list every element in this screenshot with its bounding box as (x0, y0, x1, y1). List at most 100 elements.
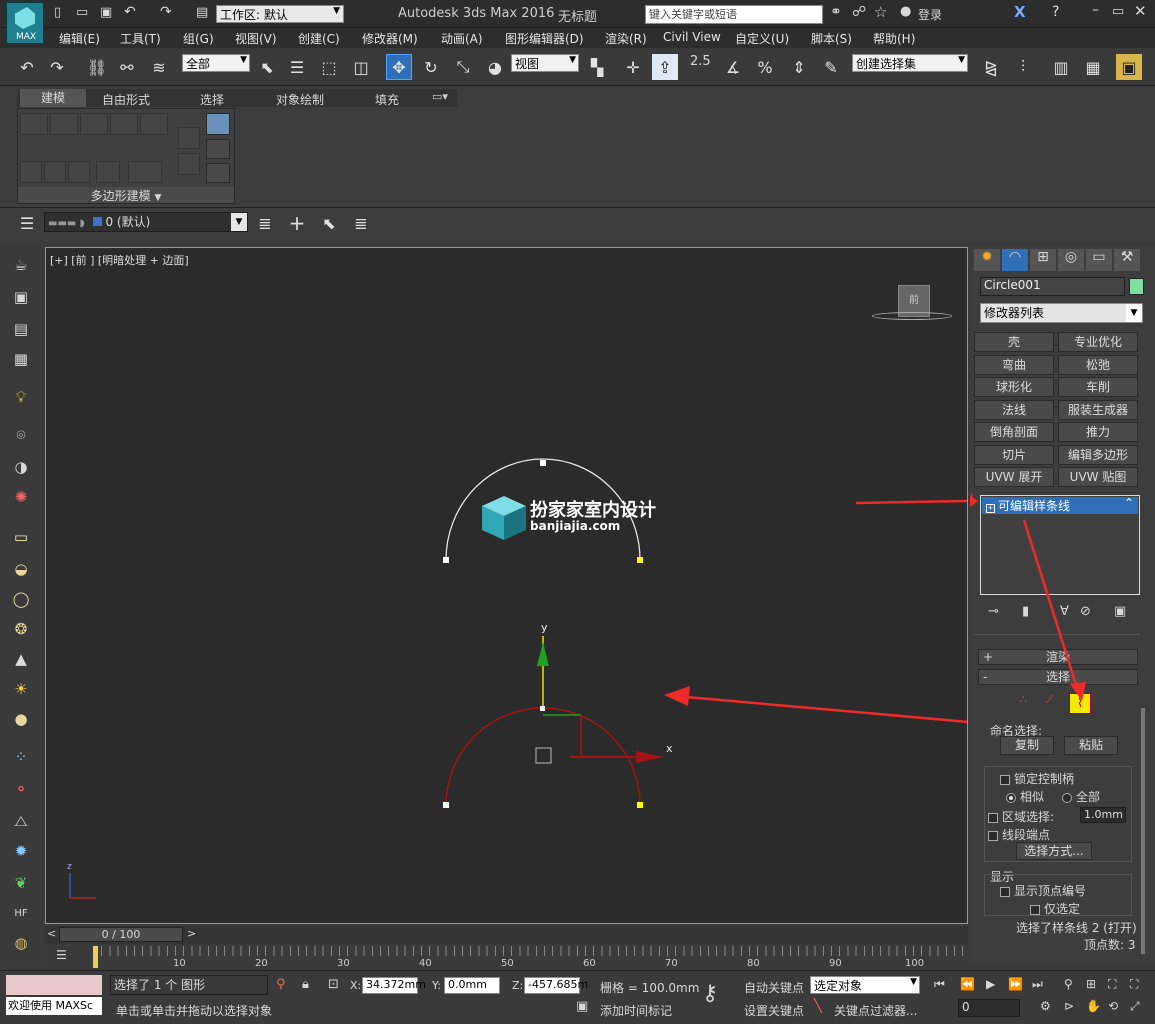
teapot-icon[interactable]: ☕ (10, 254, 32, 276)
zoom-icon[interactable]: ⚲ (1064, 977, 1073, 991)
app-logo[interactable]: MAX (6, 2, 44, 44)
redo-icon[interactable]: ↷ (44, 54, 70, 80)
workspace-dropdown[interactable]: 工作区: 默认 ▼ (216, 5, 344, 23)
pan-icon[interactable]: ✋ (1086, 999, 1101, 1013)
menu-edit[interactable]: 编辑(E) (59, 30, 100, 47)
restore-icon[interactable]: ▭ (1112, 4, 1124, 19)
ribbon-tool-icon[interactable] (20, 161, 42, 183)
layer-manager-icon[interactable]: ▥ (1048, 54, 1074, 80)
user-icon[interactable]: ● (900, 4, 911, 19)
track-bar[interactable]: 10 20 30 40 50 60 70 80 90 100 (45, 946, 968, 970)
maxscript-listener[interactable] (6, 975, 102, 995)
spinner-snap-icon[interactable]: ⇕ (786, 54, 812, 80)
render-setup-icon[interactable]: ▣ (1116, 54, 1142, 80)
torus-knot-icon[interactable]: ❂ (10, 618, 32, 640)
ribbon-tool-icon[interactable] (178, 127, 200, 149)
ribbon-tool-icon[interactable] (128, 161, 162, 183)
time-tag-icon[interactable]: ▣ (576, 999, 588, 1014)
menu-tools[interactable]: 工具(T) (120, 30, 161, 47)
menu-scripting[interactable]: 脚本(S) (811, 30, 852, 47)
window-crossing-icon[interactable]: ◫ (348, 54, 374, 80)
save-file-icon[interactable]: ▣ (100, 5, 112, 20)
menu-create[interactable]: 创建(C) (298, 30, 340, 47)
snap-toggle[interactable]: 2.5 (690, 54, 711, 69)
goto-start-icon[interactable]: ⏮ (934, 977, 945, 992)
percent-snap-icon[interactable]: % (752, 54, 778, 80)
current-frame-field[interactable]: 0 (958, 999, 1020, 1017)
ribbon-tool-icon[interactable] (20, 113, 48, 135)
scale-icon[interactable]: ⤡ (450, 54, 476, 80)
ribbon-tool-icon[interactable] (140, 113, 168, 135)
add-to-layer-icon[interactable]: + (284, 210, 310, 236)
document-icon[interactable]: ▤ (10, 318, 32, 340)
absolute-mode-icon[interactable]: ⊡ (328, 977, 339, 992)
fov-icon[interactable]: ⊳ (1064, 999, 1074, 1013)
create-layer-icon[interactable]: ≣ (252, 210, 278, 236)
subscription-icon[interactable]: ☍ (852, 4, 866, 20)
ribbon-tool-icon[interactable] (80, 113, 108, 135)
paste-button[interactable]: 粘贴 (1064, 736, 1118, 755)
maxscript-mini[interactable]: 欢迎使用 MAXSc (6, 997, 102, 1015)
zoom-extents-all-icon[interactable]: ⛶ (1130, 977, 1138, 992)
menu-civil-view[interactable]: Civil View (663, 30, 721, 44)
gear-sphere-icon[interactable]: ✹ (10, 840, 32, 862)
key-filters-button[interactable]: 关键点过滤器... (834, 1002, 917, 1019)
goto-end-icon[interactable]: ⏭ (1032, 977, 1043, 992)
key-target-dropdown[interactable]: 选定对象 ▼ (810, 976, 920, 994)
ribbon-tab-modeling[interactable]: 建模 (20, 89, 86, 107)
time-slider[interactable]: < 0 / 100 > (45, 926, 968, 944)
set-key-button[interactable]: 设置关键点 (744, 1002, 804, 1019)
maximize-viewport-icon[interactable]: ⤢ (1130, 999, 1140, 1014)
plant-icon[interactable]: ❦ (10, 872, 32, 894)
front-viewport[interactable]: [+] [前 ] [明暗处理 + 边面] 前 y x z 扮家家室内设计 ban… (45, 247, 968, 924)
light-bulb-icon[interactable]: 💡︎ (10, 386, 32, 408)
angle-snap-icon[interactable]: ∡ (720, 54, 746, 80)
select-layer-objects-icon[interactable]: ⬉ (316, 210, 342, 236)
exchange-x-icon[interactable]: X (1014, 3, 1026, 21)
favorites-star-icon[interactable]: ☆ (874, 3, 887, 21)
all-radio[interactable]: 全部 (1062, 788, 1100, 805)
key-filter-icon[interactable]: ╲ (814, 999, 822, 1014)
area-selection-spinner[interactable]: 1.0mm (1080, 807, 1126, 823)
named-selection-dropdown[interactable]: 创建选择集 ▼ (852, 54, 968, 72)
selected-only-checkbox[interactable]: 仅选定 (1030, 900, 1080, 917)
menu-animation[interactable]: 动画(A) (441, 30, 483, 47)
next-frame-icon[interactable]: ⏩ (1008, 977, 1023, 991)
ribbon-tool-icon[interactable] (68, 161, 90, 183)
sphere-icon[interactable]: ◯ (10, 588, 32, 610)
set-current-layer-icon[interactable]: ≣ (348, 210, 374, 236)
grid-icon[interactable]: ▦ (10, 348, 32, 370)
select-by-name-icon[interactable]: ☰ (284, 54, 310, 80)
menu-rendering[interactable]: 渲染(R) (605, 30, 647, 47)
select-object-icon[interactable]: ⬉ (254, 54, 280, 80)
align-icon[interactable]: ⫶ (1010, 54, 1036, 80)
ribbon-tool-icon[interactable] (50, 113, 78, 135)
undo-icon[interactable]: ↶ (124, 4, 136, 20)
unlink-icon[interactable]: ⚯ (114, 54, 140, 80)
area-selection-checkbox[interactable]: 区域选择: (988, 808, 1054, 825)
zoom-all-icon[interactable]: ⊞ (1086, 977, 1096, 991)
cone-icon[interactable]: ▲ (10, 648, 32, 670)
dots-icon[interactable]: ⁘ (10, 746, 32, 768)
render-frame-icon[interactable]: ▣ (10, 286, 32, 308)
manipulate-icon[interactable]: ✛ (620, 54, 646, 80)
menu-group[interactable]: 组(G) (183, 30, 214, 47)
isolate-icon[interactable]: ⚲ (276, 977, 286, 992)
auto-key-button[interactable]: 自动关键点 (744, 979, 804, 996)
help-icon[interactable]: ? (1052, 4, 1059, 20)
place-icon[interactable]: ◕ (482, 54, 508, 80)
rotate-icon[interactable]: ↻ (418, 54, 444, 80)
undo-icon[interactable]: ↶ (14, 54, 40, 80)
scene-explorer-icon[interactable]: ▦ (1080, 54, 1106, 80)
ribbon-panel-footer[interactable]: 多边形建模 ▼ (18, 187, 234, 203)
z-coordinate-field[interactable]: -457.685m (524, 977, 588, 994)
time-slider-thumb[interactable]: 0 / 100 (59, 927, 183, 942)
time-config-icon[interactable]: ⚙ (1040, 999, 1051, 1013)
orbit-icon[interactable]: ⟲ (1108, 999, 1118, 1013)
ribbon-tool-icon[interactable] (206, 163, 230, 183)
login-link[interactable]: 登录 (918, 6, 942, 23)
set-key-icon[interactable]: ⚷ (702, 981, 718, 1006)
ribbon-tab-object-paint[interactable]: 对象绘制 (276, 91, 324, 108)
zoom-extents-icon[interactable]: ⛶ (1108, 977, 1116, 992)
ribbon-tool-icon[interactable] (206, 113, 230, 135)
